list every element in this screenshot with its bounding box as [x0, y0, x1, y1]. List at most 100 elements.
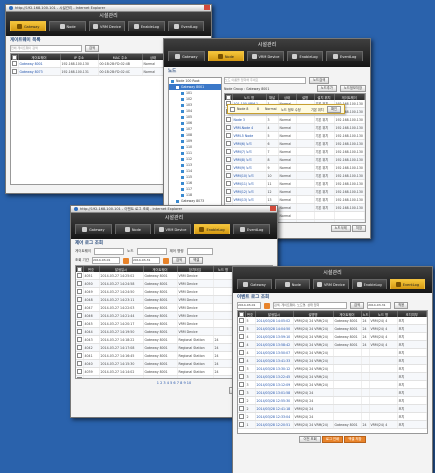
- event-search-input[interactable]: 검색, 게이트웨이, 노드명, 상태 입력: [273, 302, 347, 309]
- node-search-button[interactable]: 노드검색: [309, 77, 330, 84]
- table-row[interactable]: 3 2014/03/28 13:12:09 VRM(24) 24 VRM(24) 조치: [238, 380, 427, 389]
- row-checkbox[interactable]: [226, 173, 231, 178]
- row-checkbox-cell[interactable]: [225, 115, 233, 124]
- row-checkbox[interactable]: [226, 181, 231, 186]
- row-checkbox[interactable]: [239, 350, 244, 355]
- date-to-input[interactable]: 2014-03-31: [132, 257, 160, 264]
- table-row[interactable]: 2 2014/03/28 12:33:04 VRM(24) 24 조치: [238, 412, 427, 421]
- row-checkbox-cell[interactable]: [225, 163, 233, 172]
- table-row[interactable]: VRM(8) 노드 8 Normal 기본 위치 192.168.100.130: [225, 155, 365, 164]
- row-checkbox-cell[interactable]: [76, 351, 84, 360]
- row-checkbox-cell[interactable]: [76, 279, 84, 288]
- row-checkbox[interactable]: [77, 305, 82, 310]
- save-node-button[interactable]: 노드정보저장: [339, 85, 366, 92]
- table-row[interactable]: 1 2014/03/28 12:20:51 VRM(24) 24 VRM(24) Ga…: [238, 420, 427, 429]
- add-node-button[interactable]: 노드추가: [316, 85, 337, 92]
- row-checkbox[interactable]: [12, 69, 17, 74]
- row-checkbox-cell[interactable]: [76, 359, 84, 368]
- row-checkbox-cell[interactable]: [238, 388, 246, 397]
- table-row[interactable]: Node 3 3 Normal 기본 위치 192.168.100.130: [225, 115, 365, 124]
- node-filter-select[interactable]: [136, 248, 167, 255]
- date-to-input[interactable]: 2014-03-31: [367, 302, 392, 309]
- table-row[interactable]: VRM-5 Node 5 Normal 기본 위치 192.168.100.130: [225, 131, 365, 140]
- row-checkbox[interactable]: [239, 358, 244, 363]
- calendar-icon[interactable]: [264, 302, 270, 309]
- table-row[interactable]: 4 2014/03/28 13:58:42 VRM(24) 24 VRM(24) Ga…: [238, 340, 427, 349]
- row-checkbox-cell[interactable]: [76, 311, 84, 320]
- date-from-input[interactable]: 2014-03-01: [92, 257, 120, 264]
- row-checkbox[interactable]: [12, 61, 17, 66]
- row-checkbox[interactable]: [77, 369, 82, 374]
- prev-query-button[interactable]: 이전 조회: [299, 436, 321, 443]
- col-check[interactable]: [76, 266, 84, 272]
- tab-event-log[interactable]: EventLog: [233, 224, 270, 234]
- row-checkbox[interactable]: [77, 289, 82, 294]
- row-checkbox[interactable]: [77, 361, 82, 366]
- table-row[interactable]: 4 2014/03/28 13:41:33 VRM(24) 24 VRM(24) 조치: [238, 356, 427, 365]
- tab-gateway[interactable]: Gateway: [237, 279, 273, 289]
- row-checkbox-cell[interactable]: [225, 139, 233, 148]
- col-check[interactable]: [11, 54, 19, 60]
- row-checkbox-cell[interactable]: [225, 179, 233, 188]
- tab-node[interactable]: Node: [207, 51, 245, 61]
- row-checkbox-cell[interactable]: [225, 171, 233, 180]
- apply-button[interactable]: 적용: [394, 302, 409, 309]
- table-row[interactable]: VRM(7) 노드 7 Normal 기본 위치 192.168.100.130: [225, 147, 365, 156]
- command-filter-select[interactable]: [186, 248, 213, 255]
- row-checkbox-cell[interactable]: [76, 343, 84, 352]
- row-checkbox[interactable]: [239, 390, 244, 395]
- row-checkbox-cell[interactable]: [225, 123, 233, 132]
- row-checkbox-cell[interactable]: [76, 327, 84, 336]
- tab-vrm-device[interactable]: VRM Device: [313, 279, 349, 289]
- row-checkbox[interactable]: [77, 345, 82, 350]
- table-row[interactable]: VRM(6) 노드 6 Normal 기본 위치 192.168.100.130: [225, 139, 365, 148]
- calendar-icon[interactable]: [163, 257, 169, 264]
- row-checkbox-cell[interactable]: [11, 60, 19, 68]
- row-checkbox-cell[interactable]: [238, 412, 246, 421]
- row-checkbox[interactable]: [239, 382, 244, 387]
- row-checkbox[interactable]: [239, 326, 244, 331]
- table-row[interactable]: 4 2014/03/28 13:59:10 VRM(24) 24 VRM(24) Ga…: [238, 332, 427, 341]
- table-row[interactable]: VRM(12) 노드 12 Normal 기본 위치 192.168.100.130: [225, 187, 365, 196]
- table-row[interactable]: 3 2014/03/28 13:22:45 VRM(24) 24 VRM(24) 조치: [238, 372, 427, 381]
- tab-enable-log[interactable]: EnableLog: [193, 224, 231, 234]
- row-checkbox-cell[interactable]: [76, 335, 84, 344]
- table-row[interactable]: 2 2014/03/28 12:55:30 VRM(24) 24 조치: [238, 396, 427, 405]
- tab-node[interactable]: Node: [114, 224, 152, 234]
- row-checkbox-cell[interactable]: [76, 303, 84, 312]
- tab-enable-log[interactable]: EnableLog: [286, 51, 324, 61]
- row-checkbox-cell[interactable]: [238, 340, 246, 349]
- row-checkbox-cell[interactable]: [238, 380, 246, 389]
- node-search-input[interactable]: 노드 이름을 입력해 주세요: [224, 77, 306, 84]
- search-button[interactable]: 검색: [85, 45, 100, 52]
- export-button[interactable]: 엑셀: [189, 257, 204, 264]
- row-checkbox-cell[interactable]: [76, 367, 84, 376]
- popup-confirm-button[interactable]: 확인: [327, 105, 342, 113]
- col-node[interactable]: 노드: [361, 311, 370, 317]
- row-checkbox[interactable]: [77, 337, 82, 342]
- tab-event-log[interactable]: EventLog: [326, 51, 363, 61]
- row-checkbox[interactable]: [239, 366, 244, 371]
- select-all-checkbox[interactable]: [226, 94, 231, 100]
- row-checkbox[interactable]: [239, 342, 244, 347]
- row-checkbox[interactable]: [239, 422, 244, 427]
- tab-gateway[interactable]: Gateway: [168, 51, 205, 61]
- row-checkbox-cell[interactable]: [238, 324, 246, 333]
- page-numbers[interactable]: 1 2 3 4 5 6 7 8 9 10: [157, 381, 192, 385]
- row-checkbox[interactable]: [226, 133, 231, 138]
- row-checkbox[interactable]: [226, 165, 231, 170]
- tab-vrm-device[interactable]: VRM Device: [247, 51, 284, 61]
- row-checkbox-cell[interactable]: [238, 317, 246, 325]
- tab-gateway[interactable]: Gateway: [10, 21, 47, 31]
- table-row[interactable]: 5 2014/03/28 14:04:50 VRM(24) 24 VRM(24) Ga…: [238, 324, 427, 333]
- search-input[interactable]: 전체 게이트웨이 검색: [10, 45, 82, 52]
- row-checkbox[interactable]: [77, 313, 82, 318]
- date-from-input[interactable]: 2014-03-01: [237, 302, 261, 309]
- delete-node-button[interactable]: 노드삭제: [330, 225, 351, 232]
- tree-node[interactable]: Gateway 8073: [169, 198, 221, 204]
- table-row[interactable]: 2 2014/03/28 12:41:18 VRM(24) 24 조치: [238, 404, 427, 413]
- save-button[interactable]: 저장: [351, 225, 366, 232]
- table-row[interactable]: VRM(9) 노드 9 Normal 기본 위치 192.168.100.130: [225, 163, 365, 172]
- row-checkbox[interactable]: [77, 329, 82, 334]
- table-row[interactable]: VRM(11) 노드 11 Normal 기본 위치 192.168.100.130: [225, 179, 365, 188]
